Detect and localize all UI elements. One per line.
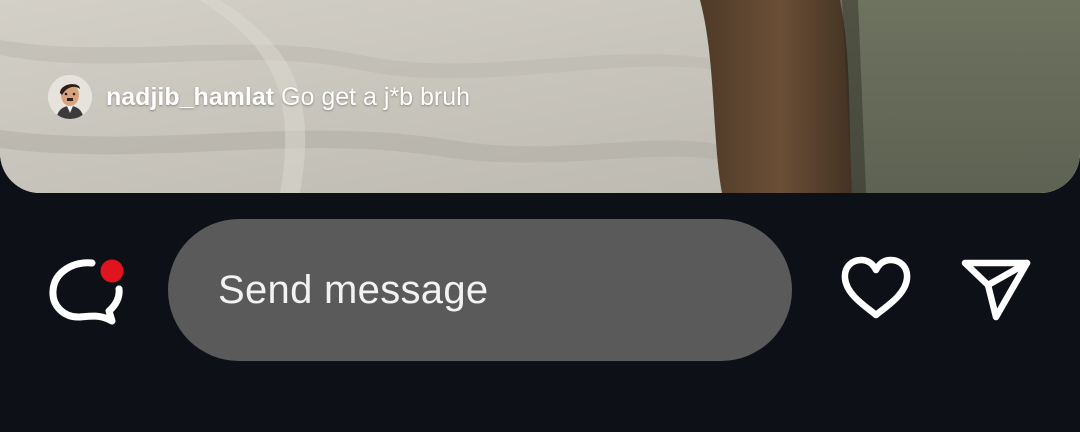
comment-username[interactable]: nadjib_hamlat xyxy=(106,83,274,111)
paper-plane-icon xyxy=(961,259,1031,321)
comment-text: nadjib_hamlat Go get a j*b bruh xyxy=(106,83,470,112)
chat-bubble-icon xyxy=(49,257,126,325)
avatar-image xyxy=(48,75,92,119)
send-message-placeholder: Send message xyxy=(218,267,489,312)
comment-message: Go get a j*b bruh xyxy=(281,82,471,111)
comment-overlay: nadjib_hamlat Go get a j*b bruh xyxy=(48,74,470,120)
send-message-input[interactable]: Send message xyxy=(168,219,792,361)
heart-icon xyxy=(841,256,911,319)
story-media[interactable]: nadjib_hamlat Go get a j*b bruh xyxy=(0,0,1080,193)
avatar[interactable] xyxy=(48,75,92,119)
story-screen: nadjib_hamlat Go get a j*b bruh Send mes… xyxy=(0,0,1080,432)
share-button[interactable] xyxy=(958,255,1034,323)
comments-button[interactable] xyxy=(46,251,130,325)
story-action-bar: Send message xyxy=(0,193,1080,432)
notification-dot xyxy=(100,259,124,283)
like-button[interactable] xyxy=(838,253,914,323)
